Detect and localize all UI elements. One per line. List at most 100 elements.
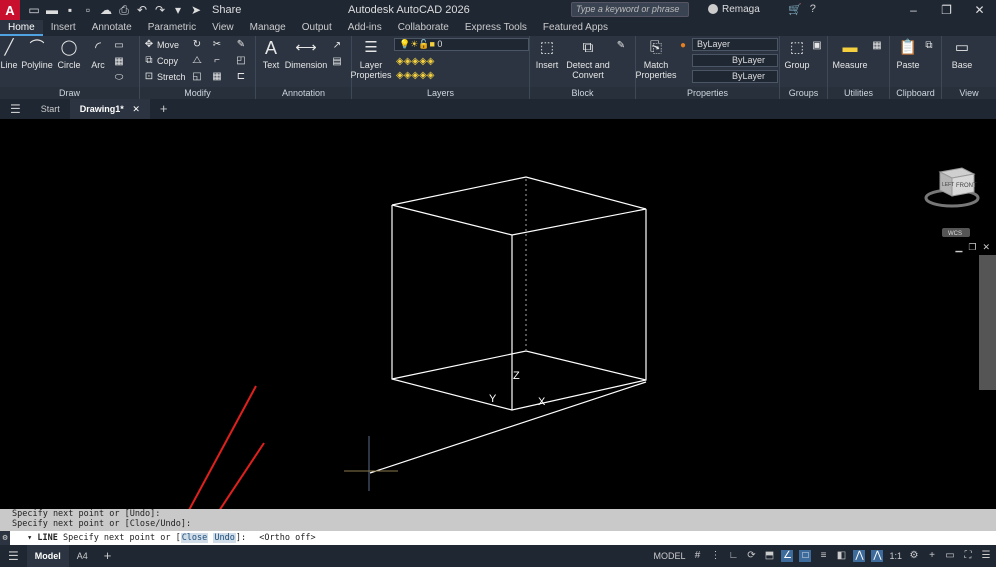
rotate-tool[interactable]: ↻	[192, 39, 202, 50]
explode-tool[interactable]: ◰	[236, 55, 246, 66]
transparency-icon[interactable]: ◧	[835, 550, 847, 562]
measure-tool[interactable]: ▬ Measure	[832, 38, 868, 70]
polar-icon[interactable]: ⟳	[745, 550, 757, 562]
snap-icon[interactable]: ⋮	[709, 550, 721, 562]
line-tool[interactable]: ╱ Line	[0, 38, 18, 70]
text-tool[interactable]: A Text	[260, 38, 282, 70]
share-icon[interactable]: ➤	[190, 3, 202, 17]
groups-panel-title[interactable]: Groups	[780, 87, 827, 99]
fillet-tool[interactable]: ⌐	[212, 55, 222, 66]
utilities-panel-title[interactable]: Utilities	[828, 87, 889, 99]
search-input[interactable]: Type a keyword or phrase	[571, 2, 689, 17]
annotation-autoscale-icon[interactable]: ⋀	[871, 550, 884, 562]
grid-icon[interactable]: #	[691, 550, 703, 562]
layer-dropdown[interactable]: 💡☀🔓■ 0	[394, 38, 529, 51]
leader-tool[interactable]: ↗	[332, 40, 342, 51]
ortho-icon[interactable]: ∟	[727, 550, 739, 562]
annotation-scale[interactable]: 1:1	[889, 551, 902, 561]
share-button[interactable]: Share	[212, 4, 241, 16]
hatch-tool[interactable]: ▦	[114, 56, 124, 67]
block-panel-title[interactable]: Block	[530, 87, 635, 99]
menu-icon[interactable]: ☰	[0, 99, 31, 119]
new-tab-button[interactable]: +	[150, 99, 178, 119]
help-icon[interactable]: ?	[810, 3, 816, 16]
move-tool[interactable]: ✥ Move	[144, 39, 179, 50]
ungroup-tool[interactable]: ▣	[812, 40, 822, 51]
tab-output[interactable]: Output	[294, 20, 340, 36]
units-icon[interactable]: ▭	[944, 550, 956, 562]
layout-menu-icon[interactable]: ☰	[0, 545, 27, 567]
trim-tool[interactable]: ✂	[212, 39, 222, 50]
wrench-icon[interactable]: ⚙	[0, 531, 10, 545]
tab-express-tools[interactable]: Express Tools	[457, 20, 535, 36]
add-icon[interactable]: +	[926, 550, 938, 562]
properties-panel-title[interactable]: Properties	[636, 87, 779, 99]
viewcube[interactable]: LEFT FRONT WCS	[922, 160, 982, 245]
match-properties-tool[interactable]: ⎘ Match Properties	[636, 38, 677, 80]
option-undo[interactable]: Undo	[213, 533, 236, 543]
scale-tool[interactable]: ◱	[192, 71, 202, 82]
lineweight-icon[interactable]: ≡	[817, 550, 829, 562]
modify-panel-title[interactable]: Modify	[140, 87, 255, 99]
cloud-icon[interactable]: ☁	[100, 3, 112, 17]
tab-start[interactable]: Start	[31, 99, 70, 119]
erase-tool[interactable]: ✎	[236, 39, 246, 50]
mirror-tool[interactable]: ⧍	[192, 55, 202, 66]
save-as-icon[interactable]: ▫	[82, 3, 94, 17]
cart-icon[interactable]: 🛒	[788, 3, 802, 16]
tab-featured-apps[interactable]: Featured Apps	[535, 20, 616, 36]
group-tool[interactable]: ⬚ Group	[784, 38, 810, 70]
fullscreen-icon[interactable]: ⛶	[962, 550, 974, 562]
object-snap-tracking-icon[interactable]: ∠	[781, 550, 794, 562]
copy-clip-tool[interactable]: ⧉	[924, 40, 934, 51]
tab-drawing1[interactable]: Drawing1* ✕	[69, 99, 150, 119]
command-input[interactable]: ⚙ ▾ LINE Specify next point or [Close Un…	[0, 531, 996, 545]
redo-icon[interactable]: ↷	[154, 3, 166, 17]
array-tool[interactable]: ▦	[212, 71, 222, 82]
annotation-visibility-icon[interactable]: ⋀	[853, 550, 866, 562]
tab-model[interactable]: Model	[26, 545, 69, 567]
annotation-panel-title[interactable]: Annotation	[256, 87, 351, 99]
insert-tool[interactable]: ⬚ Insert	[532, 38, 562, 70]
close-tab-icon[interactable]: ✕	[132, 104, 140, 114]
tab-insert[interactable]: Insert	[43, 20, 84, 36]
customize-icon[interactable]: ☰	[980, 550, 992, 562]
tab-view[interactable]: View	[204, 20, 242, 36]
view-panel-title[interactable]: View	[942, 87, 996, 99]
tab-manage[interactable]: Manage	[242, 20, 294, 36]
block-editor-tool[interactable]: ✎	[616, 40, 626, 51]
layer-tools-row1[interactable]: ◈◈◈◈◈	[396, 56, 434, 67]
arc-tool[interactable]: ◜ Arc	[86, 38, 110, 70]
ellipse-tool[interactable]: ⬭	[114, 72, 124, 83]
navigation-bar[interactable]	[979, 255, 996, 390]
save-icon[interactable]: ▪	[64, 3, 76, 17]
dimension-tool[interactable]: ⟷ Dimension	[285, 38, 328, 70]
user-account[interactable]: Remaga	[708, 4, 760, 15]
lineweight-dropdown[interactable]: ByLayer	[692, 70, 778, 83]
tab-a4[interactable]: A4	[69, 545, 96, 567]
close-button[interactable]: ✕	[963, 0, 996, 20]
table-tool[interactable]: ▤	[332, 56, 342, 67]
tab-collaborate[interactable]: Collaborate	[390, 20, 457, 36]
command-dropdown-icon[interactable]: ▾	[27, 533, 32, 543]
tab-annotate[interactable]: Annotate	[84, 20, 140, 36]
linetype-dropdown[interactable]: ByLayer	[692, 54, 778, 67]
draw-panel-title[interactable]: Draw	[0, 87, 139, 99]
rectangle-tool[interactable]: ▭	[114, 40, 124, 51]
tab-addins[interactable]: Add-ins	[340, 20, 390, 36]
paste-tool[interactable]: 📋 Paste	[894, 38, 922, 70]
new-file-icon[interactable]: ▭	[28, 3, 40, 17]
drawing-canvas[interactable]: Z Y X ▁ ❐ ✕	[0, 119, 996, 509]
offset-tool[interactable]: ⊏	[236, 71, 246, 82]
layers-panel-title[interactable]: Layers	[352, 87, 529, 99]
tab-home[interactable]: Home	[0, 20, 43, 36]
app-logo[interactable]: A	[0, 0, 20, 20]
copy-tool[interactable]: ⧉ Copy	[144, 55, 178, 66]
layer-tools-row2[interactable]: ◈◈◈◈◈	[396, 70, 434, 81]
layer-properties-tool[interactable]: ☰ Layer Properties	[350, 38, 391, 80]
stretch-tool[interactable]: ⊡ Stretch	[144, 71, 186, 82]
undo-icon[interactable]: ↶	[136, 3, 148, 17]
open-folder-icon[interactable]: ▬	[46, 3, 58, 17]
dropdown-icon[interactable]: ▾	[172, 3, 184, 17]
minimize-button[interactable]: –	[897, 0, 930, 20]
